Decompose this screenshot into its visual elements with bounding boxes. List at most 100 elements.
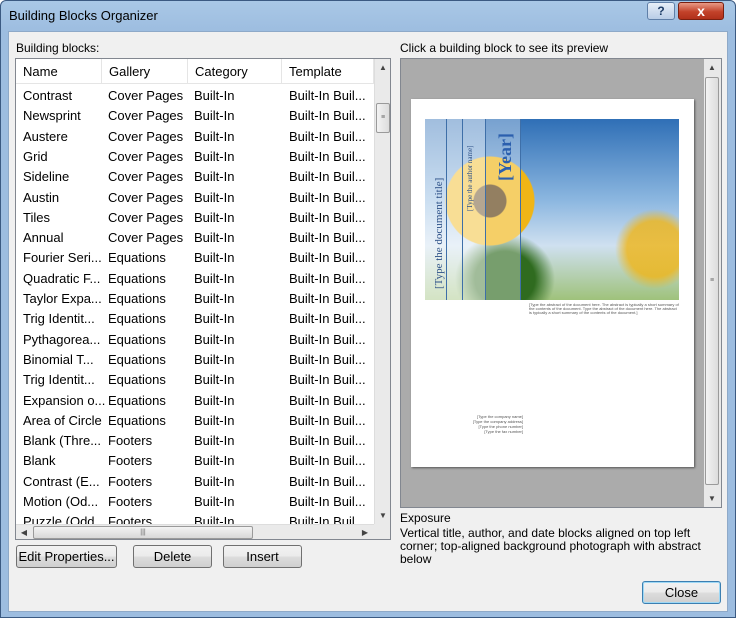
item-gallery: Equations bbox=[108, 372, 166, 388]
item-category: Built-In bbox=[194, 88, 235, 103]
preview-abstract: [Type the abstract of the document here.… bbox=[529, 303, 679, 315]
item-name: Austin bbox=[23, 189, 60, 205]
item-name: Sideline bbox=[23, 169, 70, 185]
item-category: Built-In bbox=[194, 453, 235, 469]
column-header-template[interactable]: Template bbox=[282, 59, 374, 84]
item-template: Built-In Buil... bbox=[289, 88, 366, 103]
item-category: Built-In bbox=[194, 189, 235, 205]
list-item[interactable]: Binomial T... Equations Built-In Built-In B… bbox=[16, 350, 374, 370]
item-template: Built-In Buil... bbox=[289, 270, 366, 286]
item-template: Built-In Buil... bbox=[289, 392, 366, 408]
list-item[interactable]: Contrast (E... Footers Built-In Built-In Bu… bbox=[16, 472, 374, 492]
list-item[interactable]: Motion (Od... Footers Built-In Built-In Bui… bbox=[16, 492, 374, 512]
item-name: Trig Identit... bbox=[23, 311, 95, 327]
list-item[interactable]: Grid Cover Pages Built-In Built-In Buil... bbox=[16, 147, 374, 167]
edit-properties-button[interactable]: Edit Properties... bbox=[16, 545, 117, 568]
item-gallery: Equations bbox=[108, 392, 166, 408]
help-button[interactable]: ? bbox=[647, 2, 675, 20]
cover-page-preview: [Type the document title] [Type the auth… bbox=[411, 99, 694, 467]
list-item[interactable]: Blank Footers Built-In Built-In Buil... bbox=[16, 451, 374, 471]
item-name: Motion (Od... bbox=[23, 494, 99, 509]
column-header-gallery[interactable]: Gallery bbox=[102, 59, 188, 84]
scroll-right-icon[interactable]: ▶ bbox=[357, 525, 373, 539]
item-template: Built-In Buil... bbox=[289, 209, 366, 225]
preview-scroll-down-icon[interactable]: ▼ bbox=[704, 490, 720, 507]
item-template: Built-In Buil... bbox=[289, 108, 366, 124]
list-item[interactable]: Contrast Cover Pages Built-In Built-In Buil… bbox=[16, 86, 374, 106]
selected-block-name: Exposure bbox=[400, 511, 451, 525]
item-template: Built-In Buil... bbox=[289, 331, 366, 347]
list-item[interactable]: Blank (Thre... Footers Built-In Built-In Bu… bbox=[16, 431, 374, 451]
list-item[interactable]: Tiles Cover Pages Built-In Built-In Buil... bbox=[16, 208, 374, 228]
item-category: Built-In bbox=[194, 270, 235, 286]
item-name: Expansion o... bbox=[23, 392, 105, 408]
item-gallery: Cover Pages bbox=[108, 189, 184, 205]
item-name: Trig Identit... bbox=[23, 372, 95, 388]
item-gallery: Footers bbox=[108, 473, 153, 489]
list-horizontal-scrollbar[interactable]: ◀ ||| ▶ bbox=[16, 524, 374, 539]
item-template: Built-In Buil... bbox=[289, 433, 366, 449]
item-category: Built-In bbox=[194, 209, 235, 225]
preview-scroll-up-icon[interactable]: ▲ bbox=[704, 59, 720, 76]
building-blocks-list[interactable]: Name Gallery Category Template Contrast C… bbox=[15, 58, 391, 540]
item-category: Built-In bbox=[194, 128, 235, 144]
scroll-up-icon[interactable]: ▲ bbox=[375, 59, 390, 76]
item-category: Built-In bbox=[194, 331, 235, 347]
list-header: Name Gallery Category Template bbox=[16, 59, 374, 84]
preview-author: [Type the author name] bbox=[466, 145, 474, 211]
preview-pane: [Type the document title] [Type the auth… bbox=[400, 58, 722, 508]
delete-button[interactable]: Delete bbox=[133, 545, 212, 568]
column-header-name[interactable]: Name bbox=[16, 59, 102, 84]
list-vertical-scrollbar[interactable]: ▲ ≡ ▼ bbox=[374, 59, 390, 524]
close-button[interactable]: Close bbox=[642, 581, 721, 604]
item-template: Built-In Buil... bbox=[289, 453, 366, 469]
horizontal-scroll-thumb[interactable]: ||| bbox=[33, 526, 253, 539]
item-gallery: Equations bbox=[108, 250, 166, 266]
insert-button[interactable]: Insert bbox=[223, 545, 302, 568]
list-item[interactable]: Newsprint Cover Pages Built-In Built-In Bui… bbox=[16, 106, 374, 126]
preview-document-title: [Type the document title] bbox=[433, 177, 445, 289]
item-name: Taylor Expa... bbox=[23, 291, 102, 306]
item-template: Built-In Buil... bbox=[289, 372, 366, 388]
item-template: Built-In Buil... bbox=[289, 148, 366, 164]
item-gallery: Cover Pages bbox=[108, 88, 184, 103]
item-template: Built-In Buil... bbox=[289, 473, 366, 489]
list-item[interactable]: Expansion o... Equations Built-In Built-In … bbox=[16, 391, 374, 411]
scroll-thumb[interactable]: ≡ bbox=[376, 103, 390, 133]
list-item[interactable]: Pythagorea... Equations Built-In Built-In B… bbox=[16, 330, 374, 350]
item-name: Binomial T... bbox=[23, 351, 94, 367]
item-category: Built-In bbox=[194, 169, 235, 185]
item-name: Austere bbox=[23, 128, 68, 144]
list-item[interactable]: Trig Identit... Equations Built-In Built-In… bbox=[16, 309, 374, 329]
item-gallery: Cover Pages bbox=[108, 209, 184, 225]
preview-fax: [Type the fax number] bbox=[484, 429, 523, 434]
item-category: Built-In bbox=[194, 392, 235, 408]
list-item[interactable]: Austere Cover Pages Built-In Built-In Buil.… bbox=[16, 127, 374, 147]
item-gallery: Equations bbox=[108, 331, 166, 347]
list-item[interactable]: Area of Circle Equations Built-In Built-In … bbox=[16, 411, 374, 431]
item-gallery: Cover Pages bbox=[108, 148, 184, 164]
list-item[interactable]: Quadratic F... Equations Built-In Built-In … bbox=[16, 269, 374, 289]
preview-scrollbar[interactable]: ▲ ≡ ▼ bbox=[704, 59, 721, 507]
list-item[interactable]: Sideline Cover Pages Built-In Built-In Buil… bbox=[16, 167, 374, 187]
dialog-body: Building blocks: Click a building block … bbox=[8, 31, 728, 612]
item-category: Built-In bbox=[194, 372, 235, 388]
list-item[interactable]: Trig Identit... Equations Built-In Built-In… bbox=[16, 370, 374, 390]
window-close-button[interactable]: x bbox=[678, 2, 724, 20]
preview-year: [Year] bbox=[495, 133, 515, 181]
scroll-down-icon[interactable]: ▼ bbox=[375, 507, 390, 524]
list-item[interactable]: Annual Cover Pages Built-In Built-In Buil..… bbox=[16, 228, 374, 248]
item-name: Contrast (E... bbox=[23, 473, 100, 489]
item-category: Built-In bbox=[194, 230, 235, 246]
preview-label: Click a building block to see its previe… bbox=[400, 41, 609, 55]
scroll-left-icon[interactable]: ◀ bbox=[16, 525, 32, 539]
item-gallery: Cover Pages bbox=[108, 230, 184, 246]
item-gallery: Footers bbox=[108, 494, 153, 509]
list-item[interactable]: Fourier Seri... Equations Built-In Built-In… bbox=[16, 248, 374, 268]
list-item[interactable]: Taylor Expa... Equations Built-In Built-In … bbox=[16, 289, 374, 309]
list-item[interactable]: Austin Cover Pages Built-In Built-In Buil..… bbox=[16, 188, 374, 208]
item-name: Contrast bbox=[23, 88, 73, 103]
column-header-category[interactable]: Category bbox=[188, 59, 282, 84]
preview-scroll-thumb[interactable]: ≡ bbox=[705, 77, 719, 485]
title-bar[interactable]: Building Blocks Organizer ? x bbox=[1, 1, 735, 31]
